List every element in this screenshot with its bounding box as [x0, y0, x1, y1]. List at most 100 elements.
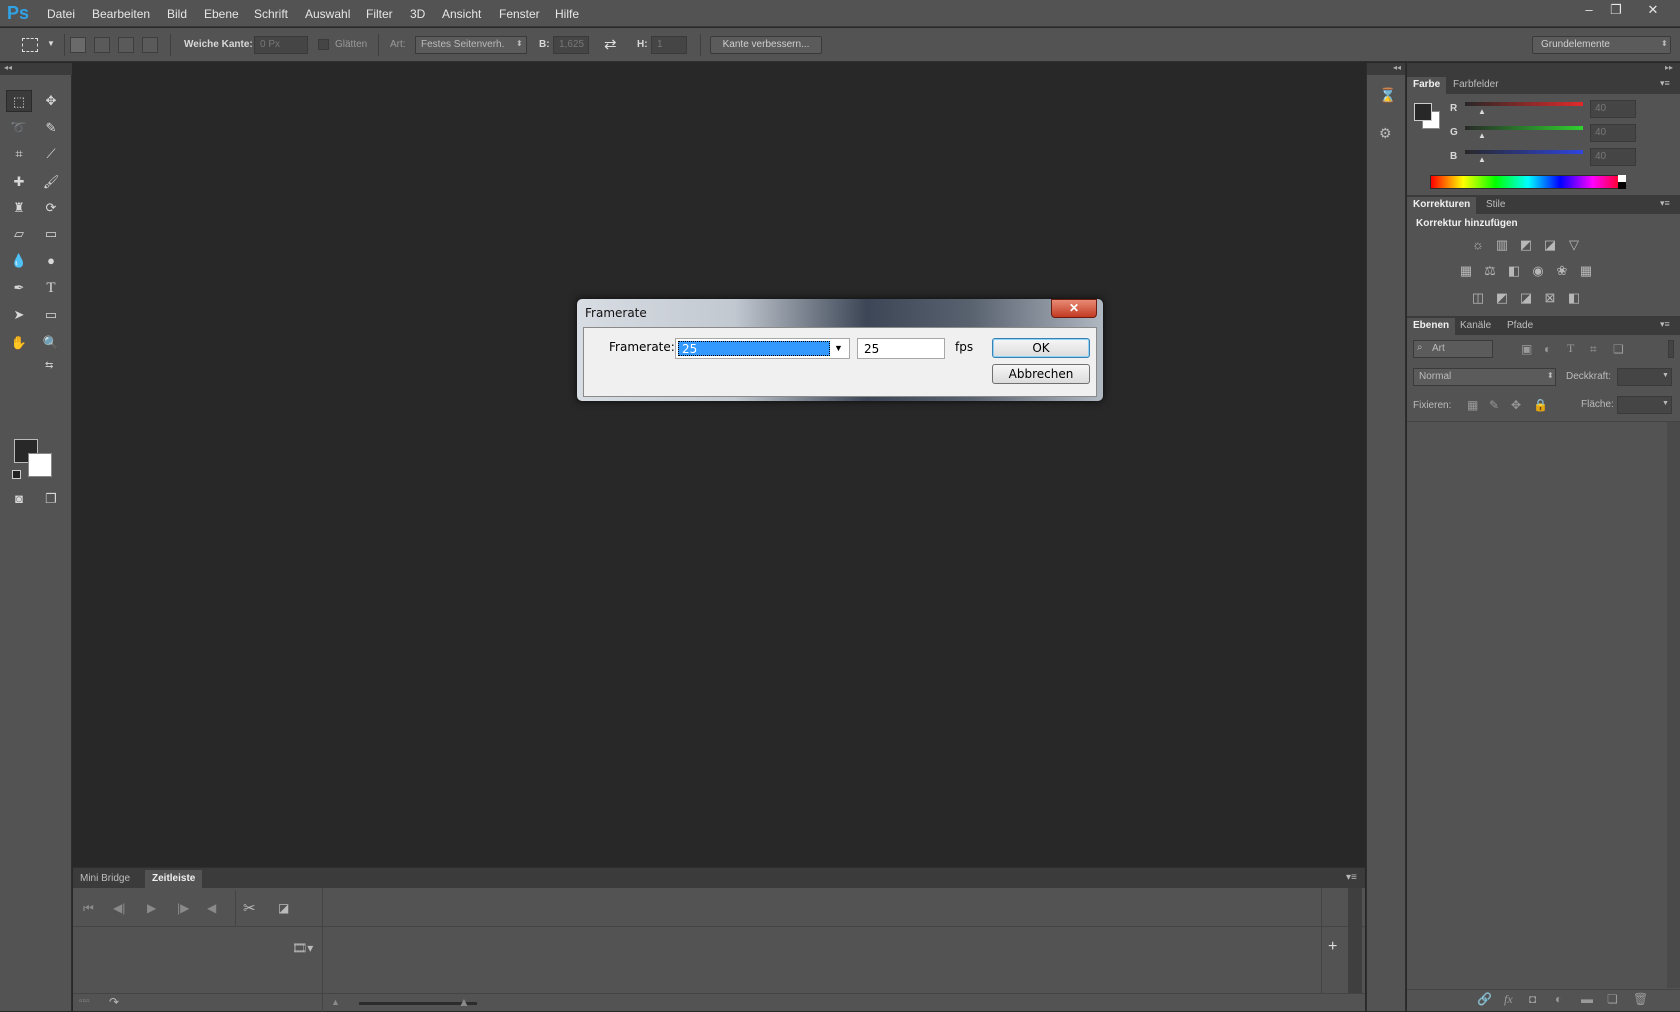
background-color-swatch[interactable]	[28, 453, 52, 477]
add-mask-icon[interactable]: ◘	[1529, 992, 1536, 1006]
r-channel-slider[interactable]	[1465, 102, 1583, 106]
crop-tool-icon[interactable]: ⌗	[6, 143, 32, 165]
tab-zeitleiste[interactable]: Zeitleiste	[145, 870, 203, 888]
timeline-panel-menu-icon[interactable]: ▾≡	[1346, 872, 1357, 883]
menu-hilfe[interactable]: Hilfe	[555, 7, 579, 21]
subtract-from-selection-icon[interactable]	[118, 37, 134, 53]
tab-farbfelder[interactable]: Farbfelder	[1447, 77, 1505, 94]
swap-colors-icon[interactable]: ⇆	[45, 360, 53, 371]
filter-toggle-switch[interactable]	[1668, 340, 1674, 358]
delete-layer-icon[interactable]: 🗑	[1633, 992, 1648, 1006]
menu-ebene[interactable]: Ebene	[204, 7, 239, 21]
filter-adjustment-layers-icon[interactable]: ◐	[1544, 342, 1551, 356]
document-canvas-area[interactable]	[73, 63, 1365, 867]
filter-type-layers-icon[interactable]: T	[1567, 341, 1574, 356]
framerate-select[interactable]: 25 ▼	[675, 338, 850, 359]
b-channel-slider[interactable]	[1465, 150, 1583, 154]
blend-mode-select[interactable]: Normal	[1413, 368, 1556, 386]
curves-icon[interactable]: ◩	[1517, 237, 1535, 253]
play-icon[interactable]: ▶	[147, 901, 156, 915]
blur-tool-icon[interactable]: 💧	[6, 250, 32, 272]
filter-shape-layers-icon[interactable]: ⌗	[1590, 342, 1597, 357]
history-brush-tool-icon[interactable]: ⟳	[38, 197, 64, 219]
collapse-toolbar-icon[interactable]: ◂◂	[4, 63, 12, 72]
exposure-icon[interactable]: ◪	[1541, 237, 1559, 253]
color-balance-icon[interactable]: ⚖	[1481, 263, 1499, 279]
color-lookup-icon[interactable]: ▦	[1577, 263, 1595, 279]
healing-brush-tool-icon[interactable]: ✚	[6, 171, 32, 193]
brush-tool-icon[interactable]: 🖌	[38, 171, 64, 193]
opacity-arrow-icon[interactable]: ▼	[1662, 372, 1669, 379]
feather-input[interactable]: 0 Px	[254, 36, 308, 54]
b-slider-thumb-icon[interactable]: ▲	[1478, 155, 1486, 164]
vibrance-icon[interactable]: ▽	[1565, 237, 1583, 253]
framerate-input[interactable]: 25	[857, 338, 945, 359]
menu-schrift[interactable]: Schrift	[254, 7, 288, 21]
g-slider-thumb-icon[interactable]: ▲	[1478, 131, 1486, 140]
layers-panel-menu-icon[interactable]: ▾≡	[1660, 319, 1670, 330]
menu-bild[interactable]: Bild	[167, 7, 187, 21]
selective-color-icon[interactable]: ⊠	[1541, 290, 1559, 306]
chevron-down-icon[interactable]: ▼	[834, 343, 843, 353]
menu-datei[interactable]: Datei	[47, 7, 75, 21]
transition-icon[interactable]: ◪	[278, 901, 289, 915]
channel-mixer-icon[interactable]: ❀	[1553, 263, 1571, 279]
new-selection-icon[interactable]	[70, 37, 86, 53]
color-foreground-swatch[interactable]	[1414, 103, 1432, 121]
pen-tool-icon[interactable]: ✒	[6, 277, 32, 299]
clone-stamp-tool-icon[interactable]: ♜	[6, 197, 32, 219]
eyedropper-tool-icon[interactable]: ⟋	[38, 143, 64, 165]
zoom-out-icon[interactable]: ▲	[331, 997, 340, 1007]
tab-farbe[interactable]: Farbe	[1407, 77, 1447, 94]
eraser-tool-icon[interactable]: ▱	[6, 223, 32, 245]
lock-image-pixels-icon[interactable]: ✎	[1489, 398, 1499, 412]
gradient-tool-icon[interactable]: ▭	[38, 223, 64, 245]
film-track-icon[interactable]: 🎞▾	[292, 941, 313, 955]
menu-auswahl[interactable]: Auswahl	[305, 7, 350, 21]
b-channel-value[interactable]: 40	[1590, 148, 1636, 166]
type-tool-icon[interactable]: T	[38, 277, 64, 299]
color-panel-menu-icon[interactable]: ▾≡	[1660, 78, 1670, 89]
dialog-close-button[interactable]: ✕	[1051, 299, 1097, 318]
spectrum-white-swatch[interactable]	[1618, 175, 1626, 182]
tab-korrekturen[interactable]: Korrekturen	[1407, 197, 1477, 214]
menu-fenster[interactable]: Fenster	[499, 7, 540, 21]
move-tool-icon[interactable]: ✥	[38, 90, 64, 112]
layer-style-icon[interactable]: fx	[1504, 992, 1513, 1007]
tab-ebenen[interactable]: Ebenen	[1407, 318, 1456, 335]
add-media-icon[interactable]: +	[1328, 938, 1337, 956]
lock-transparent-pixels-icon[interactable]: ▦	[1467, 398, 1478, 412]
lock-all-icon[interactable]: 🔒	[1533, 398, 1548, 412]
quick-selection-tool-icon[interactable]: ✎	[38, 117, 64, 139]
adjustments-panel-menu-icon[interactable]: ▾≡	[1660, 198, 1670, 209]
previous-frame-icon[interactable]: ◀|	[113, 901, 125, 915]
render-video-icon[interactable]: ↷	[109, 995, 119, 1009]
style-select[interactable]: Festes Seitenverh.	[415, 36, 527, 54]
r-slider-thumb-icon[interactable]: ▲	[1478, 107, 1486, 116]
new-adjustment-layer-icon[interactable]: ◐	[1555, 992, 1562, 1006]
new-layer-icon[interactable]: ❏	[1607, 992, 1618, 1006]
tab-kanaele[interactable]: Kanäle	[1454, 318, 1497, 335]
refine-edge-button[interactable]: Kante verbessern...	[710, 36, 822, 54]
properties-panel-icon[interactable]: ⚙	[1379, 125, 1392, 142]
g-channel-slider[interactable]	[1465, 126, 1583, 130]
antialias-checkbox[interactable]	[318, 39, 329, 50]
audio-icon[interactable]: ◀	[207, 901, 216, 915]
black-white-icon[interactable]: ◧	[1505, 263, 1523, 279]
quick-mask-icon[interactable]: ◙	[6, 488, 32, 510]
link-layers-icon[interactable]: 🔗	[1477, 992, 1492, 1006]
next-frame-icon[interactable]: |▶	[177, 901, 189, 915]
r-channel-value[interactable]: 40	[1590, 100, 1636, 118]
convert-to-frame-animation-icon[interactable]: ▫▫▫	[79, 996, 90, 1007]
lasso-tool-icon[interactable]: ➰	[6, 117, 32, 139]
menu-3d[interactable]: 3D	[410, 7, 425, 21]
new-group-icon[interactable]: ▬	[1581, 992, 1593, 1006]
filter-pixel-layers-icon[interactable]: ▣	[1521, 342, 1532, 356]
width-input[interactable]: 1,625	[553, 36, 589, 54]
history-panel-icon[interactable]: ⌛	[1379, 87, 1396, 104]
collapse-dock-icon[interactable]: ◂◂	[1393, 63, 1401, 72]
hand-tool-icon[interactable]: ✋	[6, 332, 32, 354]
gradient-map-icon[interactable]: ◧	[1565, 290, 1583, 306]
threshold-icon[interactable]: ◪	[1517, 290, 1535, 306]
g-channel-value[interactable]: 40	[1590, 124, 1636, 142]
